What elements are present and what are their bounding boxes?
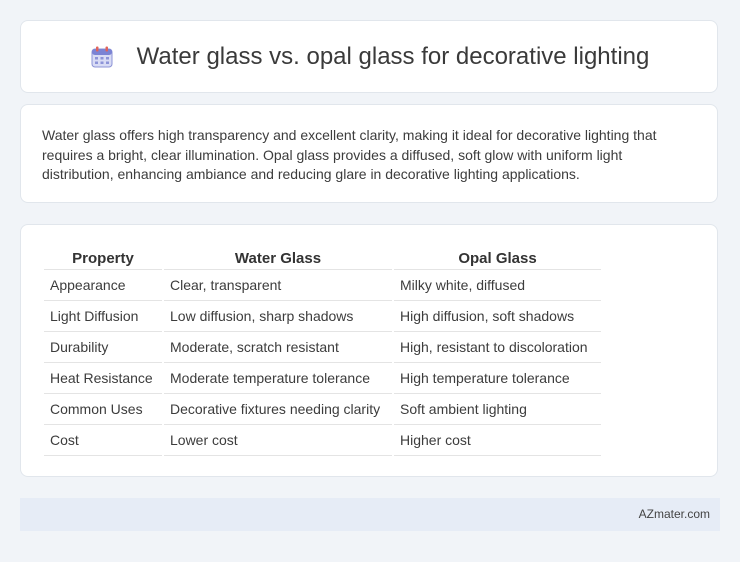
property-cell: Cost [44,425,162,456]
column-header-property: Property [44,245,162,270]
title-card: Water glass vs. opal glass for decorativ… [20,20,718,93]
table-row: Light Diffusion Low diffusion, sharp sha… [44,301,601,332]
table-row: Heat Resistance Moderate temperature tol… [44,363,601,394]
opal-glass-cell: Higher cost [394,425,601,456]
water-glass-cell: Decorative fixtures needing clarity [164,394,392,425]
water-glass-cell: Moderate temperature tolerance [164,363,392,394]
opal-glass-cell: High, resistant to discoloration [394,332,601,363]
property-cell: Durability [44,332,162,363]
comparison-card: Property Water Glass Opal Glass Appearan… [20,224,718,477]
title-wrap: Water glass vs. opal glass for decorativ… [89,42,650,71]
property-cell: Appearance [44,270,162,301]
opal-glass-cell: Milky white, diffused [394,270,601,301]
water-glass-cell: Lower cost [164,425,392,456]
description-text: Water glass offers high transparency and… [42,127,657,182]
calendar-icon [91,46,113,67]
water-glass-cell: Clear, transparent [164,270,392,301]
table-header-row: Property Water Glass Opal Glass [44,245,601,270]
footer-site-link[interactable]: AZmater.com [639,507,710,521]
description-card: Water glass offers high transparency and… [20,104,718,203]
property-cell: Light Diffusion [44,301,162,332]
column-header-water-glass: Water Glass [164,245,392,270]
property-cell: Common Uses [44,394,162,425]
water-glass-cell: Low diffusion, sharp shadows [164,301,392,332]
table-row: Appearance Clear, transparent Milky whit… [44,270,601,301]
footer-bar: AZmater.com [20,498,720,531]
column-header-opal-glass: Opal Glass [394,245,601,270]
table-row: Cost Lower cost Higher cost [44,425,601,456]
water-glass-cell: Moderate, scratch resistant [164,332,392,363]
opal-glass-cell: Soft ambient lighting [394,394,601,425]
page-title: Water glass vs. opal glass for decorativ… [136,42,650,70]
table-row: Common Uses Decorative fixtures needing … [44,394,601,425]
comparison-table: Property Water Glass Opal Glass Appearan… [42,245,603,456]
opal-glass-cell: High diffusion, soft shadows [394,301,601,332]
opal-glass-cell: High temperature tolerance [394,363,601,394]
property-cell: Heat Resistance [44,363,162,394]
table-row: Durability Moderate, scratch resistant H… [44,332,601,363]
